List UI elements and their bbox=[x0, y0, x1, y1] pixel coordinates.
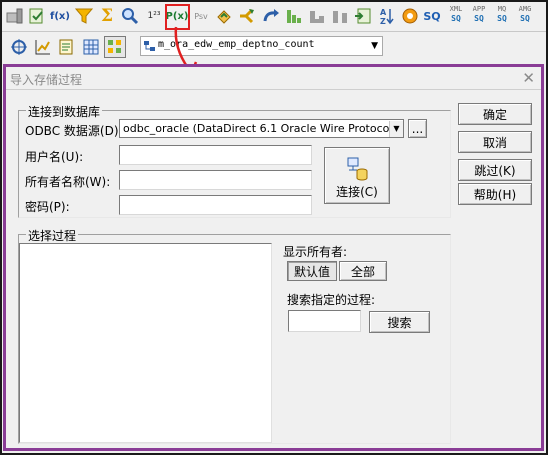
grid-icon[interactable] bbox=[80, 36, 102, 58]
close-icon[interactable]: ✕ bbox=[522, 69, 535, 87]
filter-icon[interactable] bbox=[73, 5, 95, 27]
aggregator-sigma-icon[interactable]: Σ bbox=[96, 5, 118, 27]
odbc-select[interactable]: odbc_oracle (DataDirect 6.1 Oracle Wire … bbox=[119, 119, 404, 138]
username-label: 用户名(U): bbox=[25, 150, 84, 164]
source-analyzer-icon[interactable] bbox=[4, 5, 26, 27]
select-group-legend: 选择过程 bbox=[26, 227, 79, 244]
chevron-down-icon[interactable]: ▼ bbox=[389, 120, 403, 137]
help-button[interactable]: 帮助(H) bbox=[458, 183, 532, 205]
sq-label: SQ bbox=[423, 9, 441, 23]
dialog-title: 导入存储过程 bbox=[10, 73, 83, 87]
secondary-toolbar: m_ora_edw_emp_deptno_count ▼ bbox=[2, 33, 546, 62]
all-owners-button[interactable]: 全部 bbox=[339, 261, 387, 281]
procedure-list[interactable] bbox=[19, 243, 272, 443]
show-owner-label: 显示所有者: bbox=[283, 245, 348, 259]
properties-icon[interactable] bbox=[56, 36, 78, 58]
normalizer-icon[interactable] bbox=[213, 5, 235, 27]
web-service-icon[interactable] bbox=[399, 5, 421, 27]
title-divider bbox=[6, 89, 541, 90]
amg-label: AMG bbox=[518, 5, 532, 13]
target-designer-icon[interactable] bbox=[26, 5, 48, 27]
amg-source-qualifier-icon[interactable]: AMG SQ bbox=[512, 5, 538, 29]
connect-group: 连接到数据库 ODBC 数据源(D): odbc_oracle (DataDir… bbox=[18, 103, 451, 218]
connect-label: 连接(C) bbox=[336, 185, 378, 199]
default-owner-button[interactable]: 默认值 bbox=[287, 261, 337, 281]
update-strategy-icon[interactable] bbox=[260, 5, 282, 27]
function-label: f(x) bbox=[50, 10, 70, 22]
amg-sq-label: SQ bbox=[520, 14, 530, 23]
sequence-generator-icon[interactable]: 1²³ bbox=[143, 5, 165, 27]
function-icon[interactable]: f(x) bbox=[49, 5, 71, 27]
search-label: 搜索指定的过程: bbox=[287, 293, 376, 307]
ps-label: Psv bbox=[194, 11, 208, 21]
browse-button[interactable]: ... bbox=[408, 119, 427, 138]
expression-icon[interactable] bbox=[352, 5, 374, 27]
svg-text:Z: Z bbox=[380, 17, 386, 25]
owner-label: 所有者名称(W): bbox=[25, 175, 111, 189]
import-stored-procedure-dialog: 导入存储过程 ✕ 连接到数据库 ODBC 数据源(D): odbc_oracle… bbox=[3, 64, 544, 451]
main-toolbar: f(x) Σ 1²³ P(x) Psv AZ SQ XML SQ APP SQ … bbox=[2, 2, 546, 32]
password-label: 密码(P): bbox=[25, 200, 70, 214]
odbc-label: ODBC 数据源(D): bbox=[25, 124, 123, 138]
odbc-value: odbc_oracle (DataDirect 6.1 Oracle Wire … bbox=[123, 122, 389, 135]
database-connect-icon bbox=[347, 157, 368, 181]
connect-button[interactable]: 连接(C) bbox=[324, 147, 390, 204]
connect-group-legend: 连接到数据库 bbox=[26, 103, 103, 120]
owner-input[interactable] bbox=[119, 170, 312, 190]
sequence-label: 1²³ bbox=[147, 11, 161, 21]
arrange-icon[interactable] bbox=[8, 36, 30, 58]
cancel-button[interactable]: 取消 bbox=[458, 131, 532, 153]
union-icon[interactable] bbox=[329, 5, 351, 27]
sorter-icon[interactable]: AZ bbox=[375, 5, 397, 27]
lookup-magnifier-icon[interactable] bbox=[119, 5, 141, 27]
joiner-icon[interactable] bbox=[306, 5, 328, 27]
mapping-icon bbox=[144, 41, 155, 51]
search-button[interactable]: 搜索 bbox=[369, 311, 430, 333]
router-icon[interactable] bbox=[236, 5, 258, 27]
rank-icon[interactable] bbox=[283, 5, 305, 27]
svg-text:A: A bbox=[380, 8, 387, 17]
source-qualifier-icon[interactable]: SQ bbox=[421, 5, 443, 27]
password-input[interactable] bbox=[119, 195, 312, 215]
username-input[interactable] bbox=[119, 145, 312, 165]
chevron-down-icon[interactable]: ▼ bbox=[371, 41, 378, 51]
chart-icon[interactable] bbox=[32, 36, 54, 58]
ok-button[interactable]: 确定 bbox=[458, 103, 532, 125]
search-input[interactable] bbox=[288, 310, 361, 332]
layout-icon[interactable] bbox=[104, 36, 126, 58]
skip-button[interactable]: 跳过(K) bbox=[458, 159, 532, 181]
select-procedure-group: 选择过程 显示所有者: 默认值 全部 搜索指定的过程: 搜索 bbox=[18, 227, 451, 444]
